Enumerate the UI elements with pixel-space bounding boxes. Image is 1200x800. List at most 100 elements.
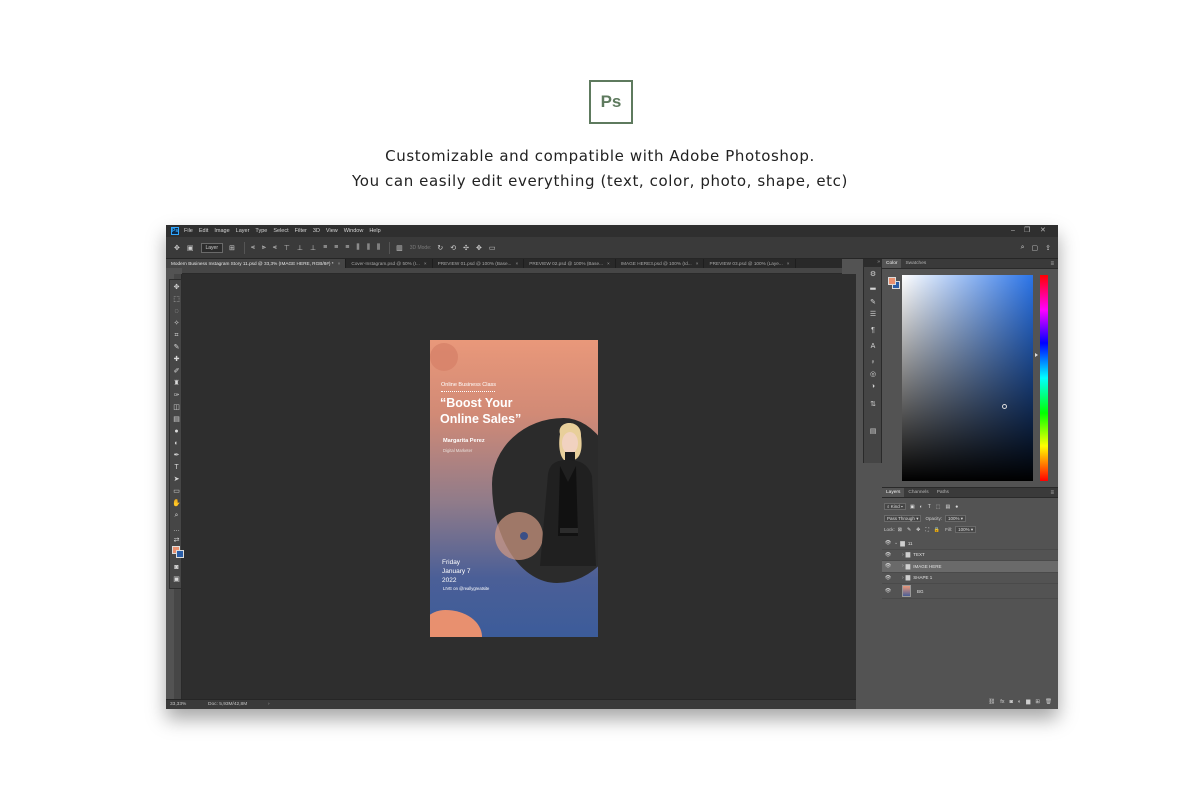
opacity-input[interactable]: 100% ▾ bbox=[944, 515, 966, 522]
share-icon[interactable]: ⇪ bbox=[1045, 244, 1051, 252]
tab-color[interactable]: Color bbox=[882, 259, 902, 268]
adjustment-layer-icon[interactable]: ◐ bbox=[1018, 699, 1021, 705]
visibility-eye-icon[interactable]: 👁 bbox=[882, 552, 894, 558]
collapse-panels-icon[interactable]: » bbox=[863, 259, 882, 267]
color-picker-field[interactable] bbox=[902, 275, 1033, 481]
menu-type[interactable]: Type bbox=[255, 228, 267, 234]
doc-size[interactable]: Doc: 5,93M/42,8M bbox=[208, 700, 247, 709]
clone-stamp-tool-icon[interactable]: ♜ bbox=[170, 379, 183, 389]
quick-mask-icon[interactable]: ◙ bbox=[170, 563, 183, 573]
menu-filter[interactable]: Filter bbox=[295, 228, 307, 234]
layer-style-icon[interactable]: fx bbox=[1000, 699, 1004, 705]
layer-row[interactable]: 👁 ⌄ ▆ 11 bbox=[882, 538, 1058, 550]
panel-menu-icon[interactable]: ≡ bbox=[1050, 488, 1058, 497]
more-tools-icon[interactable]: … bbox=[170, 525, 183, 535]
styles-icon[interactable]: ◑ bbox=[864, 382, 882, 391]
layer-row-selected[interactable]: 👁 › ▆ IMAGE HERE bbox=[882, 561, 1058, 573]
screen-mode-icon[interactable]: ▣ bbox=[170, 575, 183, 585]
paragraph-icon[interactable]: ¶ bbox=[864, 326, 882, 335]
filter-type-icon[interactable]: T bbox=[928, 504, 931, 510]
visibility-eye-icon[interactable]: 👁 bbox=[882, 575, 894, 581]
delete-layer-icon[interactable]: 🗑 bbox=[1045, 699, 1052, 705]
close-tab-icon[interactable]: × bbox=[424, 259, 427, 268]
transform-controls-icon[interactable]: ⊞ bbox=[229, 244, 235, 252]
tab-document-3[interactable]: PREVIEW 01.psd @ 100% (Base... × bbox=[433, 259, 525, 268]
type-tool-icon[interactable]: T bbox=[170, 463, 183, 473]
align-middle-icon[interactable]: ⊥ bbox=[297, 244, 303, 252]
chevron-right-icon[interactable]: › bbox=[902, 552, 904, 558]
move-tool-icon[interactable]: ✥ bbox=[170, 283, 183, 293]
layer-row[interactable]: 👁 BG bbox=[882, 584, 1058, 599]
hand-tool-icon[interactable]: ✋ bbox=[170, 499, 183, 509]
layer-row[interactable]: 👁 › ▆ SHAPE 1 bbox=[882, 573, 1058, 584]
new-layer-icon[interactable]: ⊞ bbox=[1035, 699, 1040, 705]
link-layers-icon[interactable]: ⛓ bbox=[988, 699, 995, 705]
eraser-tool-icon[interactable]: ◫ bbox=[170, 403, 183, 413]
libraries-icon[interactable]: ◎ bbox=[864, 370, 882, 379]
menu-help[interactable]: Help bbox=[369, 228, 380, 234]
filter-shape-icon[interactable]: ⬚ bbox=[936, 504, 941, 510]
brush-settings-icon[interactable]: ✎ bbox=[864, 298, 882, 307]
menu-edit[interactable]: Edit bbox=[199, 228, 208, 234]
3d-scale-icon[interactable]: ▭ bbox=[489, 244, 496, 252]
eyedropper-tool-icon[interactable]: ✎ bbox=[170, 343, 183, 353]
document-canvas[interactable]: Online Business Class “Boost Your Online… bbox=[430, 340, 598, 637]
align-bottom-icon[interactable]: ⊥ bbox=[310, 244, 316, 252]
marquee-tool-icon[interactable]: ⬚ bbox=[170, 295, 183, 305]
lasso-tool-icon[interactable]: ◌ bbox=[170, 307, 183, 317]
panel-foreground-swatch[interactable] bbox=[888, 277, 896, 285]
filter-pixel-icon[interactable]: ▣ bbox=[910, 504, 915, 510]
3d-pan-icon[interactable]: ✣ bbox=[463, 244, 469, 252]
background-color-swatch[interactable] bbox=[176, 550, 184, 558]
kind-filter-select[interactable]: ⌕ Kind ▾ bbox=[884, 503, 906, 510]
visibility-eye-icon[interactable]: 👁 bbox=[882, 588, 894, 594]
lock-position-icon[interactable]: ✥ bbox=[916, 527, 920, 533]
blend-mode-select[interactable]: Pass Through ▾ bbox=[884, 515, 922, 522]
distribute-middle-icon[interactable]: ≡ bbox=[334, 244, 338, 251]
tab-layers[interactable]: Layers bbox=[882, 488, 905, 497]
zoom-tool-icon[interactable]: ⌕ bbox=[170, 511, 183, 521]
menu-layer[interactable]: Layer bbox=[236, 228, 250, 234]
add-mask-icon[interactable]: ◙ bbox=[1010, 699, 1013, 705]
layer-row[interactable]: 👁 › ▆ TEXT bbox=[882, 550, 1058, 561]
tab-swatches[interactable]: Swatches bbox=[901, 259, 930, 268]
lock-transparent-icon[interactable]: ⊠ bbox=[898, 527, 902, 533]
tab-document-5[interactable]: IMAGE HERE3.psd @ 100% (Id... × bbox=[616, 259, 705, 268]
filter-smart-object-icon[interactable]: ▤ bbox=[946, 504, 951, 510]
filter-toggle-icon[interactable]: ● bbox=[955, 504, 958, 510]
tab-document-1[interactable]: Modern Business Instagram Story 11.psd @… bbox=[166, 259, 347, 268]
layer-select[interactable]: Layer bbox=[200, 242, 224, 253]
menu-file[interactable]: File bbox=[184, 228, 193, 234]
character-icon[interactable]: A bbox=[864, 342, 882, 351]
align-left-icon[interactable]: ⫷ bbox=[251, 244, 255, 252]
fill-input[interactable]: 100% ▾ bbox=[955, 526, 977, 533]
adjustments-icon[interactable]: ☰ bbox=[864, 310, 882, 319]
properties-icon[interactable]: ⚙ bbox=[864, 270, 882, 279]
minimize-button[interactable]: – bbox=[1011, 226, 1015, 236]
auto-align-icon[interactable]: ▥ bbox=[396, 244, 403, 252]
distribute-right-icon[interactable]: ⫼ bbox=[377, 244, 380, 252]
dodge-tool-icon[interactable]: ◐ bbox=[170, 439, 183, 449]
search-icon[interactable]: ⌕ bbox=[1021, 244, 1025, 252]
close-tab-icon[interactable]: × bbox=[696, 259, 699, 268]
distribute-center-icon[interactable]: ⫼ bbox=[367, 244, 370, 252]
blur-tool-icon[interactable]: ● bbox=[170, 427, 183, 437]
auto-select-icon[interactable]: ▣ bbox=[187, 244, 194, 252]
3d-slide-icon[interactable]: ✥ bbox=[476, 244, 482, 252]
hue-slider[interactable] bbox=[1040, 275, 1048, 481]
chevron-down-icon[interactable]: ⌄ bbox=[894, 540, 898, 546]
visibility-eye-icon[interactable]: 👁 bbox=[882, 563, 894, 569]
menu-view[interactable]: View bbox=[326, 228, 338, 234]
pen-tool-icon[interactable]: ✒ bbox=[170, 451, 183, 461]
crop-tool-icon[interactable]: ⌗ bbox=[170, 331, 183, 341]
align-right-icon[interactable]: ⫷ bbox=[273, 244, 277, 252]
distribute-top-icon[interactable]: ≡ bbox=[323, 244, 327, 251]
distribute-left-icon[interactable]: ⫼ bbox=[356, 244, 359, 252]
tab-channels[interactable]: Channels bbox=[904, 488, 932, 497]
panel-menu-icon[interactable]: ≡ bbox=[1050, 259, 1058, 268]
chevron-right-icon[interactable]: › bbox=[902, 575, 904, 581]
align-center-icon[interactable]: ⫸ bbox=[262, 244, 266, 252]
close-tab-icon[interactable]: × bbox=[787, 259, 790, 268]
distribute-bottom-icon[interactable]: ≡ bbox=[345, 244, 349, 251]
close-tab-icon[interactable]: × bbox=[338, 259, 341, 268]
